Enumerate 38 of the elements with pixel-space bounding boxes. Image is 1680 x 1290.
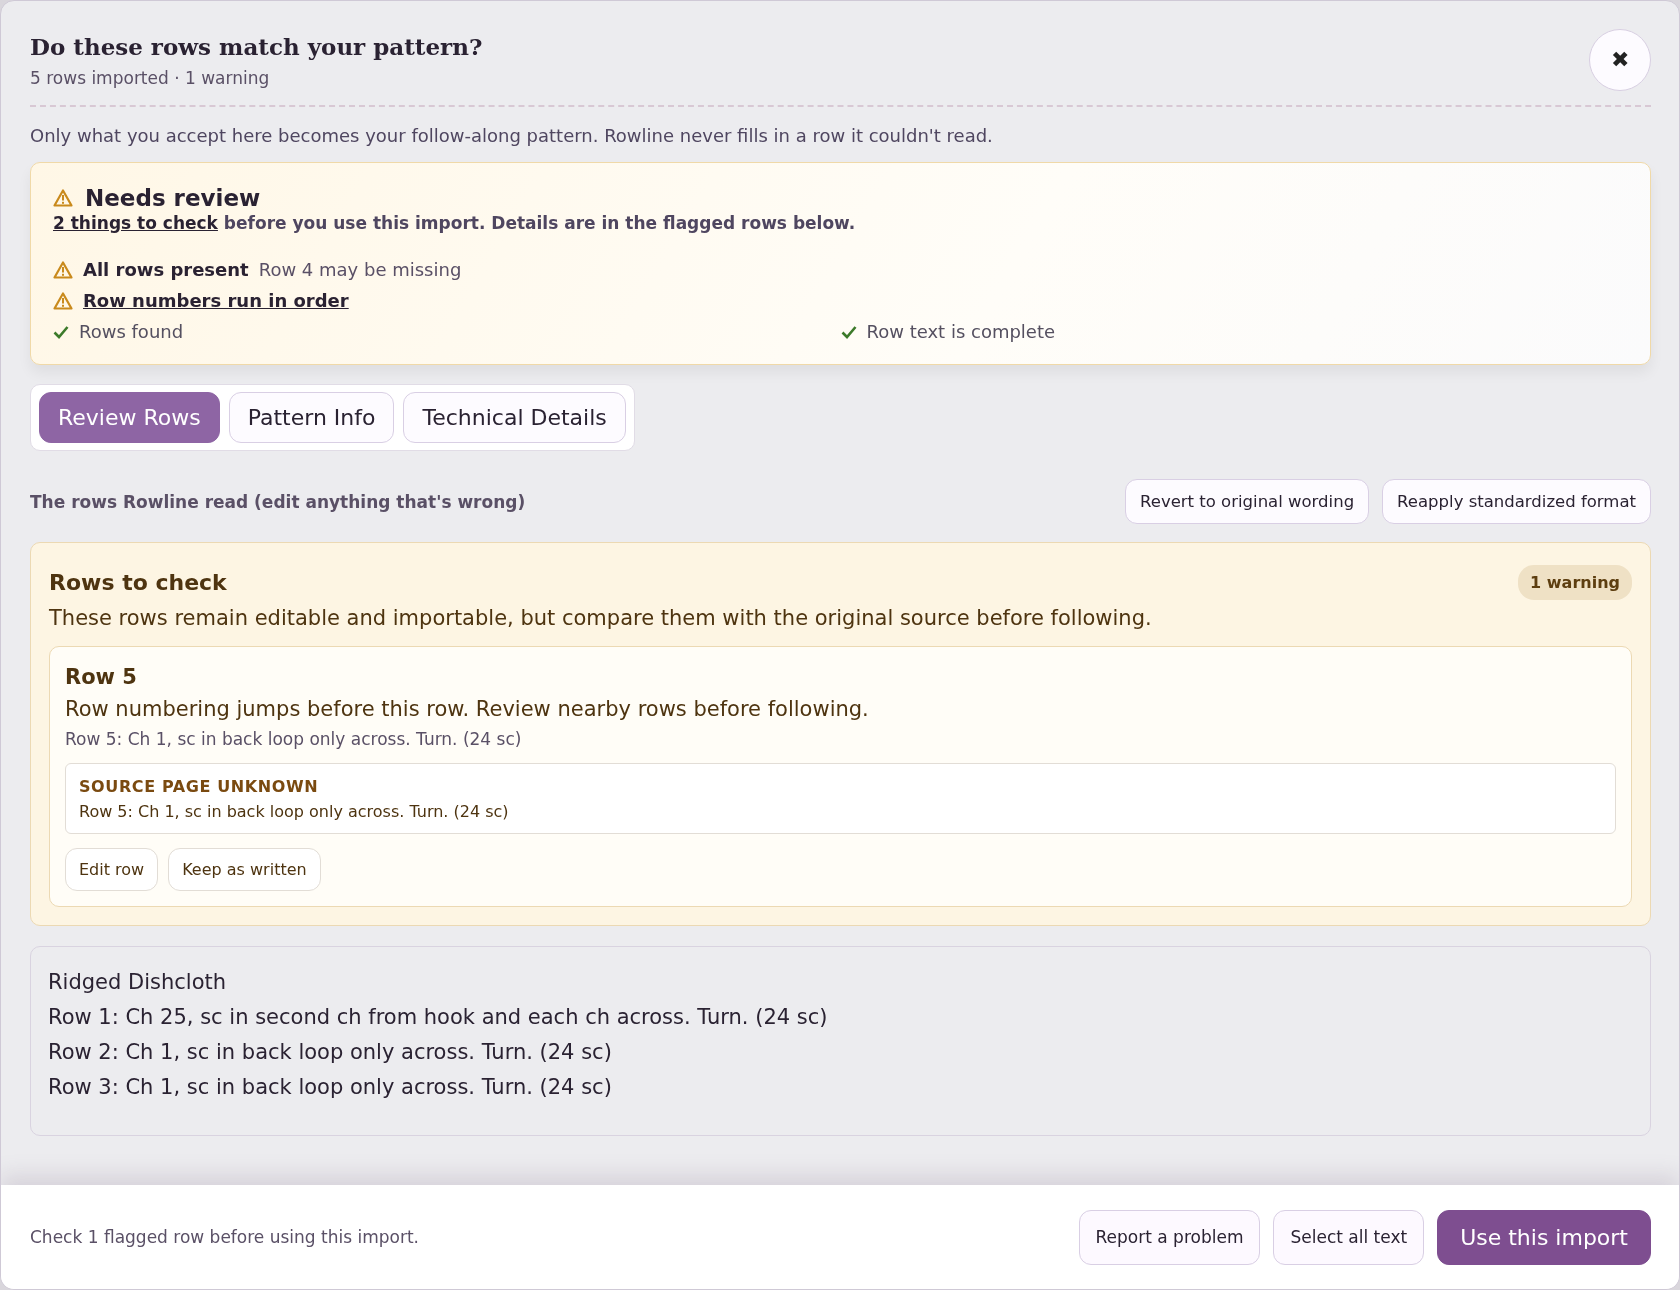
check-detail: Row 4 may be missing bbox=[258, 259, 462, 280]
use-import-button[interactable]: Use this import bbox=[1437, 1209, 1651, 1265]
close-button[interactable]: ✖ bbox=[1589, 29, 1651, 91]
pattern-text-field[interactable]: Ridged Dishcloth Row 1: Ch 25, sc in second ch from hook and each ch across. Turn. (24 sc) Row 2: Ch 1, sc in back loop only across. Turn. (24 sc) Row 3: Ch 1, sc in back loop only across. Turn. (24 sc) bbox=[30, 946, 1651, 1136]
section-heading: The rows Rowline read (edit anything that's wrong) bbox=[30, 491, 526, 512]
check-link[interactable]: Row numbers run in order bbox=[83, 290, 349, 311]
format-button[interactable]: Reapply standardized format bbox=[1382, 479, 1651, 524]
check-label: Row text is complete bbox=[866, 321, 1056, 342]
warning-icon bbox=[53, 260, 73, 279]
review-summary: 2 things to check before you use this import. Details are in the flagged rows below. bbox=[53, 213, 857, 233]
source-label: SOURCE PAGE UNKNOWN bbox=[79, 777, 320, 796]
intro-text: Only what you accept here becomes your follow-along pattern. Rowline never fills in a row it couldn't read. bbox=[30, 125, 994, 146]
tab[interactable]: Technical Details bbox=[403, 392, 626, 443]
check-icon bbox=[840, 324, 857, 339]
warning-count-badge: 1 warning bbox=[1518, 565, 1632, 600]
dialog-subtitle: 5 rows imported · 1 warning bbox=[30, 68, 271, 88]
footer-button[interactable]: Select all text bbox=[1273, 1209, 1425, 1265]
source-text: Row 5: Ch 1, sc in back loop only across. Turn. (24 sc) bbox=[79, 802, 510, 821]
row-action-button[interactable]: Edit row bbox=[65, 848, 159, 891]
check-label: Rows found bbox=[79, 321, 184, 342]
flagged-title: Rows to check bbox=[49, 570, 227, 595]
things-to-check-link[interactable]: 2 things to check bbox=[53, 213, 218, 233]
format-button[interactable]: Revert to original wording bbox=[1125, 479, 1370, 524]
footer-button[interactable]: Report a problem bbox=[1078, 1209, 1261, 1265]
row-title: Row 5 bbox=[65, 665, 138, 689]
row-text: Row 5: Ch 1, sc in back loop only across. Turn. (24 sc) bbox=[65, 729, 523, 749]
tab[interactable]: Review Rows bbox=[39, 392, 220, 443]
flagged-description: These rows remain editable and importable, but compare them with the original source before following. bbox=[49, 606, 1153, 630]
row-action-button[interactable]: Keep as written bbox=[168, 848, 321, 891]
dialog-title: Do these rows match your pattern? bbox=[30, 33, 483, 60]
review-title: Needs review bbox=[85, 185, 261, 211]
footer-note: Check 1 flagged row before using this import. bbox=[30, 1227, 419, 1247]
warning-icon bbox=[53, 189, 73, 207]
row-message: Row numbering jumps before this row. Review nearby rows before following. bbox=[65, 697, 870, 721]
tab[interactable]: Pattern Info bbox=[228, 392, 395, 443]
warning-icon bbox=[53, 291, 73, 310]
check-label: All rows present bbox=[83, 259, 249, 280]
check-icon bbox=[53, 324, 69, 339]
